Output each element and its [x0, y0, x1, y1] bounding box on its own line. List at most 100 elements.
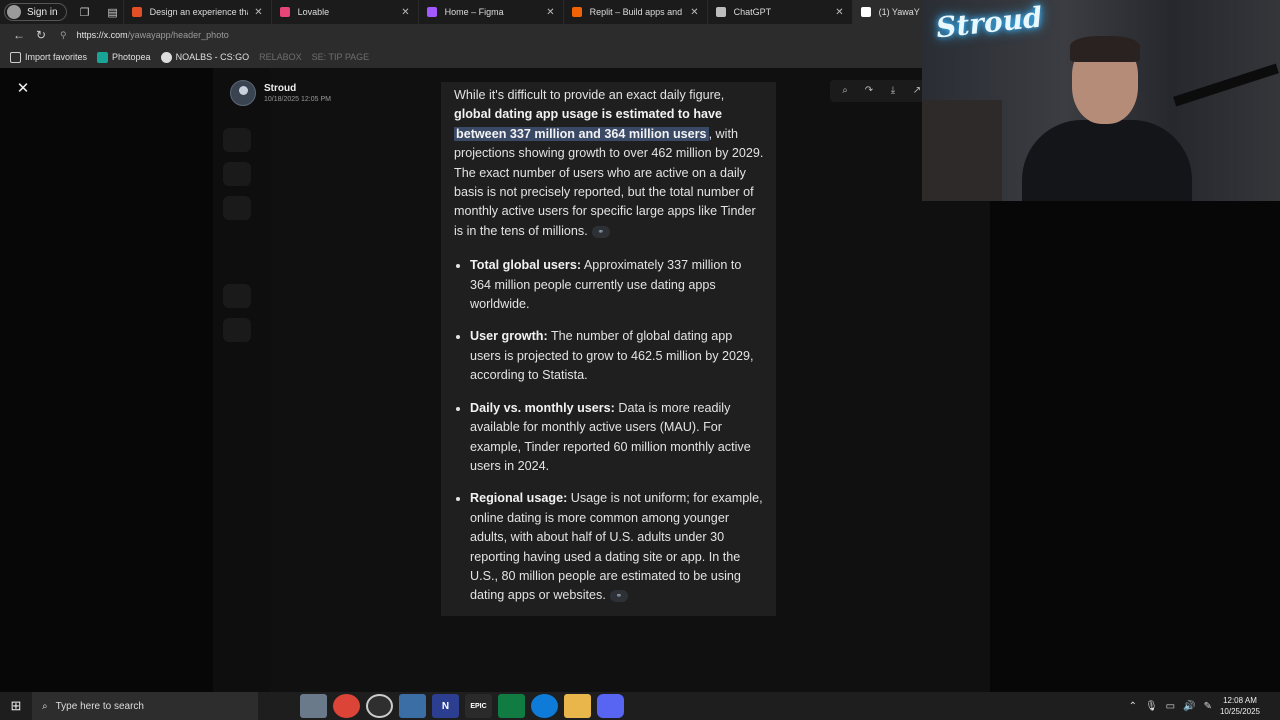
- pen-icon[interactable]: ✎: [1204, 701, 1212, 712]
- tab-favicon-icon: [279, 7, 290, 17]
- favorite-se-tip[interactable]: SE: TIP PAGE: [312, 52, 370, 62]
- highlighted-text: between 337 million and 364 million user…: [454, 126, 709, 141]
- favorite-label: RELABOX: [259, 52, 302, 62]
- bullet-text: Usage is not uniform; for example, onlin…: [470, 491, 763, 603]
- epic-games-icon[interactable]: EPIC: [465, 694, 492, 718]
- tab-title: Design an experience that tr: [149, 7, 249, 17]
- windows-taskbar: ⊞ ⌕ Type here to search N EPIC ⌃ 🎙 ▭ 🔊 ✎…: [0, 692, 1280, 720]
- tab-replit[interactable]: Replit – Build apps and sites ✕: [562, 0, 707, 24]
- list-item: Daily vs. monthly users: Data is more re…: [470, 399, 764, 477]
- favorite-relabox[interactable]: RELABOX: [259, 52, 302, 62]
- chevron-up-icon[interactable]: ⌃: [1129, 701, 1137, 712]
- obs-icon[interactable]: [366, 694, 393, 718]
- favorite-noalbs[interactable]: NOALBS - CS:GO: [160, 51, 250, 63]
- profile-button[interactable]: Sign in: [4, 3, 67, 21]
- screenshot-card: While it's difficult to provide an exact…: [441, 82, 776, 616]
- edge-icon[interactable]: [531, 694, 558, 718]
- discord-icon[interactable]: [597, 694, 624, 718]
- bullet-title: Regional usage:: [470, 491, 568, 506]
- workspaces-icon[interactable]: ❐: [75, 2, 95, 22]
- tab-design[interactable]: Design an experience that tr ✕: [122, 0, 271, 24]
- tab-favicon-icon: [571, 7, 582, 17]
- tab-favicon-icon: [426, 7, 437, 17]
- profile-avatar-icon: [7, 5, 21, 19]
- volume-icon[interactable]: 🔊: [1183, 701, 1195, 712]
- tab-chatgpt[interactable]: ChatGPT ✕: [706, 0, 852, 24]
- tab-title: (1) YawaY (@y: [878, 7, 924, 17]
- search-placeholder: Type here to search: [55, 700, 144, 712]
- close-tab-icon[interactable]: ✕: [546, 7, 554, 18]
- profile-label: Sign in: [27, 6, 58, 18]
- tab-x-yaway[interactable]: (1) YawaY (@y: [851, 0, 932, 24]
- store-icon[interactable]: [399, 694, 426, 718]
- tab-title: ChatGPT: [733, 7, 772, 17]
- clock-time: 12:08 AM: [1223, 696, 1257, 705]
- forward-icon[interactable]: ↷: [860, 82, 878, 100]
- tab-title: Home – Figma: [444, 7, 504, 17]
- poster-info: Stroud 10/18/2025 12:05 PM: [230, 80, 331, 106]
- taskbar-clock[interactable]: 12:08 AM 10/25/2025: [1220, 695, 1260, 717]
- reload-icon[interactable]: ↻: [30, 28, 52, 42]
- close-tab-icon[interactable]: ✕: [401, 7, 409, 18]
- site-info-icon[interactable]: ⚲: [60, 30, 67, 41]
- back-arrow-icon[interactable]: ←: [8, 28, 30, 42]
- close-tab-icon[interactable]: ✕: [690, 7, 698, 18]
- favorite-label: Import favorites: [25, 52, 88, 62]
- close-tab-icon[interactable]: ✕: [254, 7, 262, 18]
- chrome-icon[interactable]: [333, 694, 360, 718]
- microphone-icon[interactable]: 🎙: [1145, 701, 1158, 712]
- url-field[interactable]: ⚲ https://x.com/yawayapp/header_photo: [60, 30, 229, 41]
- answer-bullets: Total global users: Approximately 337 mi…: [454, 256, 764, 606]
- answer-intro: While it's difficult to provide an exact…: [454, 86, 764, 241]
- taskview-icon[interactable]: [300, 694, 327, 718]
- streamer-body: [1022, 120, 1192, 201]
- network-icon[interactable]: ▭: [1166, 701, 1175, 712]
- notion-icon[interactable]: N: [432, 694, 459, 718]
- xbox-icon[interactable]: [498, 694, 525, 718]
- list-item: User growth: The number of global dating…: [470, 327, 764, 385]
- github-icon: [160, 51, 172, 63]
- favorite-label: NOALBS - CS:GO: [175, 52, 250, 62]
- favorite-label: SE: TIP PAGE: [311, 52, 370, 62]
- bullet-title: User growth:: [470, 329, 548, 344]
- close-viewer-icon[interactable]: ✕: [14, 80, 32, 98]
- photopea-icon: [97, 51, 109, 63]
- close-tab-icon[interactable]: ✕: [835, 7, 843, 18]
- link-icon[interactable]: ⚭: [609, 590, 628, 603]
- download-icon[interactable]: ⤓: [884, 82, 902, 100]
- tab-lovable[interactable]: Lovable ✕: [270, 0, 418, 24]
- tab-title: Replit – Build apps and sites: [589, 7, 685, 17]
- image-toolbar: ⌕ ↷ ⤓ ↗: [830, 80, 932, 102]
- taskbar-apps: N EPIC: [300, 694, 624, 718]
- background-server-icon: [223, 196, 251, 220]
- tab-title: Lovable: [297, 7, 330, 17]
- bullet-title: Total global users:: [470, 258, 582, 273]
- tab-favicon-icon: [715, 7, 726, 17]
- list-item: Regional usage: Usage is not uniform; fo…: [470, 489, 764, 605]
- bullet-title: Daily vs. monthly users:: [470, 400, 615, 415]
- tab-actions-icon[interactable]: ▤: [103, 2, 123, 22]
- url-host: https://x.com: [76, 30, 128, 40]
- background-server-icon: [223, 284, 251, 308]
- url-path: /yawayapp/header_photo: [127, 30, 229, 40]
- webcam-overlay: Stroud: [922, 0, 1280, 201]
- search-icon: ⌕: [42, 700, 48, 712]
- favorite-label: Photopea: [112, 52, 151, 62]
- avatar[interactable]: [230, 80, 256, 106]
- tab-figma[interactable]: Home – Figma ✕: [417, 0, 563, 24]
- link-icon[interactable]: ⚭: [591, 225, 610, 238]
- favorite-photopea[interactable]: Photopea: [97, 51, 151, 63]
- file-explorer-icon[interactable]: [564, 694, 591, 718]
- intro-continuation: , with projections showing growth to ove…: [454, 126, 764, 238]
- favorite-import[interactable]: Import favorites: [10, 51, 88, 63]
- webcam-shelf: [922, 100, 1002, 201]
- taskbar-search[interactable]: ⌕ Type here to search: [32, 692, 258, 720]
- windows-start-icon[interactable]: ⊞: [0, 698, 32, 714]
- poster-name: Stroud: [264, 83, 297, 94]
- list-item: Total global users: Approximately 337 mi…: [470, 256, 764, 314]
- x-logo-icon: [860, 7, 871, 17]
- background-server-icon: [223, 162, 251, 186]
- intro-bold: global dating app usage is estimated to …: [454, 107, 723, 122]
- zoom-icon[interactable]: ⌕: [836, 82, 854, 100]
- streamer-hair: [1070, 36, 1140, 62]
